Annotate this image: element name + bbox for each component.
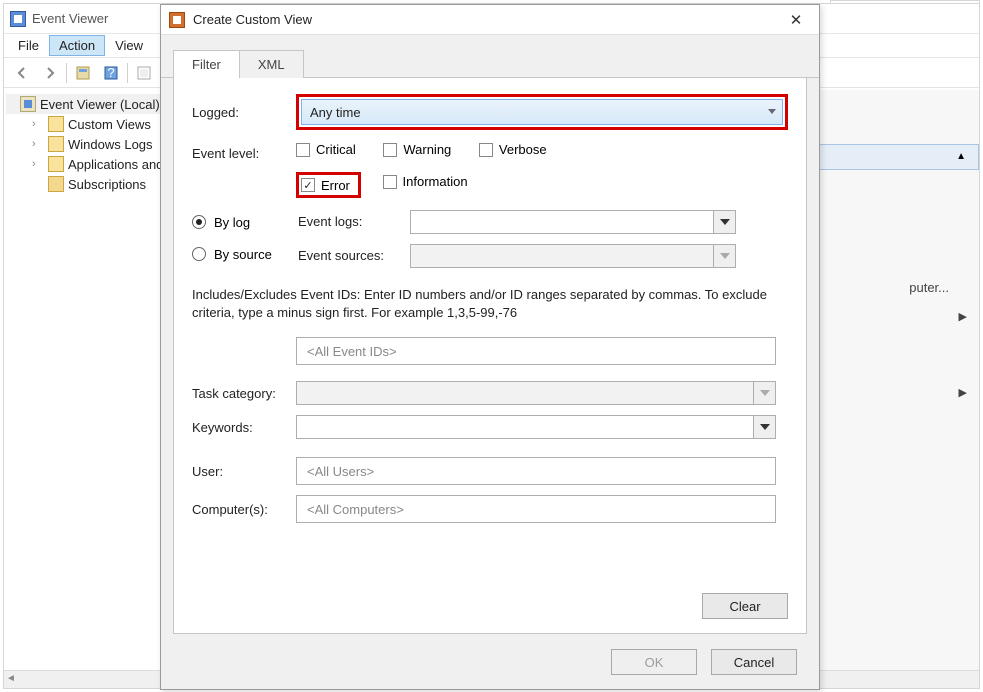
user-row: User: <All Users> (192, 457, 788, 485)
radio-bysource[interactable]: By source (192, 247, 272, 262)
bysource-row: By source Event sources: (192, 244, 788, 268)
eventsources-dropdown (410, 244, 736, 268)
logged-value: Any time (310, 105, 361, 120)
tree-root-icon (20, 96, 36, 112)
keywords-label: Keywords: (192, 420, 296, 435)
create-custom-view-dialog: Create Custom View ✕ Filter XML Logged: … (160, 4, 820, 690)
eventsources-label: Event sources: (296, 248, 410, 263)
eventlevel-row: Event level: Critical Warning Verbose Er… (192, 142, 788, 198)
scroll-left-icon[interactable]: ◄ (6, 673, 18, 685)
eventlogs-dropdown[interactable] (410, 210, 736, 234)
right-pane-text: puter... (909, 280, 949, 295)
logged-highlight: Any time (296, 94, 788, 130)
menu-action[interactable]: Action (49, 35, 105, 56)
keywords-row: Keywords: (192, 415, 788, 439)
taskcategory-dropdown (296, 381, 776, 405)
logged-label: Logged: (192, 105, 296, 120)
radio-bylog[interactable]: By log (192, 215, 250, 230)
checkbox-warning[interactable]: Warning (383, 142, 451, 157)
tree-item-label: Subscriptions (68, 177, 146, 192)
toolbar-separator (66, 63, 67, 83)
toolbar-separator-2 (127, 63, 128, 83)
checkbox-error[interactable]: Error (301, 178, 350, 193)
user-label: User: (192, 464, 296, 479)
dropdown-button (753, 382, 775, 404)
dialog-titlebar: Create Custom View ✕ (161, 5, 819, 35)
checkbox-label: Critical (316, 142, 356, 157)
tab-strip: Filter XML (161, 35, 819, 78)
chevron-down-icon (760, 390, 770, 396)
close-button[interactable]: ✕ (781, 11, 811, 29)
computers-row: Computer(s): <All Computers> (192, 495, 788, 523)
help-button[interactable]: ? (99, 61, 123, 85)
taskcategory-label: Task category: (192, 386, 296, 401)
bylog-row: By log Event logs: (192, 210, 788, 234)
chevron-right-icon[interactable]: ▶ (959, 386, 967, 399)
expand-icon[interactable]: › (32, 138, 44, 150)
checkbox-label: Warning (403, 142, 451, 157)
folder-icon (48, 116, 64, 132)
checkbox-label: Verbose (499, 142, 547, 157)
menu-view[interactable]: View (105, 35, 153, 56)
properties-button[interactable] (71, 61, 95, 85)
expand-icon[interactable]: › (32, 158, 44, 170)
forward-button[interactable] (38, 61, 62, 85)
chevron-down-icon (760, 424, 770, 430)
back-button[interactable] (10, 61, 34, 85)
logged-row: Logged: Any time (192, 94, 788, 130)
logged-dropdown[interactable]: Any time (301, 99, 783, 125)
event-viewer-title: Event Viewer (32, 11, 108, 26)
checkbox-label: Information (403, 174, 468, 189)
menu-file[interactable]: File (8, 35, 49, 56)
error-highlight: Error (296, 172, 361, 198)
dialog-buttons: OK Cancel (611, 649, 797, 675)
collapse-icon[interactable]: ▲ (956, 151, 966, 162)
radio-label: By source (214, 247, 272, 262)
expand-icon[interactable]: › (32, 118, 44, 130)
ok-button: OK (611, 649, 697, 675)
dropdown-button (713, 245, 735, 267)
refresh-button[interactable] (132, 61, 156, 85)
filter-panel: Logged: Any time Event level: Critical W… (173, 78, 807, 634)
dialog-icon (169, 12, 185, 28)
user-input[interactable]: <All Users> (296, 457, 776, 485)
eventlogs-label: Event logs: (296, 214, 410, 229)
dropdown-button[interactable] (713, 211, 735, 233)
chevron-down-icon (720, 219, 730, 225)
folder-icon (48, 136, 64, 152)
cancel-button[interactable]: Cancel (711, 649, 797, 675)
computers-input[interactable]: <All Computers> (296, 495, 776, 523)
taskcategory-row: Task category: (192, 381, 788, 405)
tab-filter[interactable]: Filter (173, 50, 240, 78)
event-ids-input[interactable]: <All Event IDs> (296, 337, 776, 365)
checkbox-information[interactable]: Information (383, 174, 468, 189)
keywords-dropdown[interactable] (296, 415, 776, 439)
radio-label: By log (214, 215, 250, 230)
tree-item-label: Custom Views (68, 117, 151, 132)
folder-icon (48, 156, 64, 172)
dialog-title: Create Custom View (193, 12, 781, 27)
tree-root-label: Event Viewer (Local) (40, 97, 160, 112)
checkbox-critical[interactable]: Critical (296, 142, 356, 157)
tab-xml[interactable]: XML (239, 50, 304, 78)
chevron-down-icon (720, 253, 730, 259)
dropdown-button[interactable] (753, 416, 775, 438)
tree-item-label: Windows Logs (68, 137, 153, 152)
checkbox-verbose[interactable]: Verbose (479, 142, 547, 157)
checkbox-label: Error (321, 178, 350, 193)
computers-label: Computer(s): (192, 502, 296, 517)
event-viewer-icon (10, 11, 26, 27)
svg-text:?: ? (107, 65, 114, 80)
eventlevel-label: Event level: (192, 142, 296, 161)
chevron-right-icon[interactable]: ▶ (959, 310, 967, 323)
event-ids-hint: Includes/Excludes Event IDs: Enter ID nu… (192, 286, 788, 324)
chevron-down-icon (768, 109, 776, 114)
clear-button[interactable]: Clear (702, 593, 788, 619)
subscription-icon (48, 176, 64, 192)
